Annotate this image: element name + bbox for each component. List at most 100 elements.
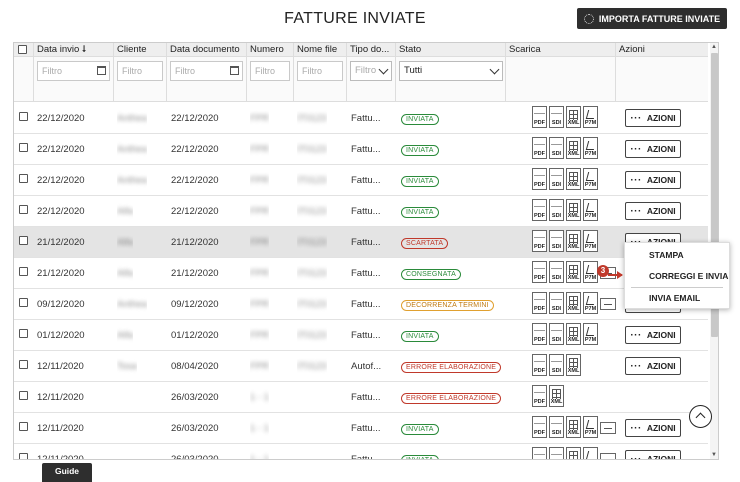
- table-row[interactable]: 22/12/2020 Anthea 22/12/2020 FPR IT0123 Fattu…: [14, 103, 708, 134]
- table-row[interactable]: 12/11/2020 26/03/2020 1 - 1 Fattu... ERRORE …: [14, 382, 708, 413]
- azioni-button[interactable]: ··· AZIONI: [625, 419, 681, 437]
- col-stato[interactable]: Stato: [396, 43, 506, 57]
- scroll-up-icon[interactable]: ▲: [711, 44, 717, 50]
- menu-item-stampa[interactable]: STAMPA: [625, 245, 731, 266]
- row-checkbox[interactable]: [19, 236, 28, 245]
- pdf-download-icon[interactable]: PDF: [532, 168, 547, 190]
- pdf-download-icon[interactable]: PDF: [532, 230, 547, 252]
- col-nome-file[interactable]: Nome file: [294, 43, 347, 57]
- azioni-button[interactable]: ··· AZIONI: [625, 450, 681, 459]
- p7m-download-icon[interactable]: P7M: [583, 230, 598, 252]
- xml-download-icon[interactable]: XML: [566, 447, 581, 459]
- row-checkbox[interactable]: [19, 422, 28, 431]
- row-checkbox[interactable]: [19, 391, 28, 400]
- row-checkbox[interactable]: [19, 453, 28, 459]
- p7m-download-icon[interactable]: P7M: [583, 168, 598, 190]
- p7m-download-icon[interactable]: P7M: [583, 323, 598, 345]
- select-all-checkbox[interactable]: [18, 45, 27, 54]
- xml-download-icon[interactable]: XML: [566, 323, 581, 345]
- pdf-download-icon[interactable]: PDF: [532, 199, 547, 221]
- row-checkbox[interactable]: [19, 329, 28, 338]
- import-button[interactable]: IMPORTA FATTURE INVIATE: [577, 8, 727, 29]
- pdf-download-icon[interactable]: PDF: [532, 447, 547, 459]
- xml-download-icon[interactable]: XML: [566, 106, 581, 128]
- p7m-download-icon[interactable]: P7M: [583, 447, 598, 459]
- sdi-download-icon[interactable]: SDI: [549, 137, 564, 159]
- col-tipo-documento[interactable]: Tipo do...: [347, 43, 396, 57]
- filter-data-documento-input[interactable]: Filtro: [170, 61, 243, 81]
- filter-stato-select[interactable]: Tutti: [399, 61, 503, 81]
- xml-download-icon[interactable]: XML: [566, 168, 581, 190]
- table-row[interactable]: 12/11/2020 26/03/2020 1 - 1 Fattu... INVIATA…: [14, 444, 708, 459]
- table-row[interactable]: 22/12/2020 Anthea 22/12/2020 FPR IT0123 Fattu…: [14, 134, 708, 165]
- scroll-down-icon[interactable]: ▼: [711, 452, 717, 458]
- table-row[interactable]: 09/12/2020 Anthea 09/12/2020 FPR IT0123 Fattu…: [14, 289, 708, 320]
- azioni-button[interactable]: ··· AZIONI: [625, 326, 681, 344]
- sdi-download-icon[interactable]: SDI: [549, 323, 564, 345]
- row-checkbox[interactable]: [19, 298, 28, 307]
- calendar-icon[interactable]: [230, 66, 239, 75]
- sdi-download-icon[interactable]: SDI: [549, 416, 564, 438]
- guide-button[interactable]: Guide: [42, 463, 92, 482]
- sdi-download-icon[interactable]: SDI: [549, 230, 564, 252]
- pdf-download-icon[interactable]: PDF: [532, 354, 547, 376]
- filter-cliente-input[interactable]: Filtro: [117, 61, 163, 81]
- p7m-download-icon[interactable]: P7M: [583, 106, 598, 128]
- xml-download-icon[interactable]: XML: [549, 385, 564, 407]
- table-row[interactable]: 21/12/2020 Alfa 21/12/2020 FPR IT0123 Fattu..…: [14, 227, 708, 258]
- sdi-download-icon[interactable]: SDI: [549, 168, 564, 190]
- azioni-button[interactable]: ··· AZIONI: [625, 140, 681, 158]
- pdf-download-icon[interactable]: PDF: [532, 137, 547, 159]
- filter-nome-file-input[interactable]: Filtro: [297, 61, 343, 81]
- col-data-invio[interactable]: Data invio ⭣: [34, 43, 114, 57]
- xml-download-icon[interactable]: XML: [566, 292, 581, 314]
- calendar-icon[interactable]: [97, 66, 106, 75]
- pdf-download-icon[interactable]: PDF: [532, 106, 547, 128]
- table-row[interactable]: 22/12/2020 Anthea 22/12/2020 FPR IT0123 Fattu…: [14, 165, 708, 196]
- col-numero[interactable]: Numero: [247, 43, 294, 57]
- message-download-icon[interactable]: [600, 453, 616, 459]
- sdi-download-icon[interactable]: SDI: [549, 292, 564, 314]
- xml-download-icon[interactable]: XML: [566, 416, 581, 438]
- xml-download-icon[interactable]: XML: [566, 230, 581, 252]
- p7m-download-icon[interactable]: P7M: [583, 137, 598, 159]
- message-download-icon[interactable]: [600, 422, 616, 434]
- table-row[interactable]: 12/11/2020 Tosa 08/04/2020 FPR IT0123 Autof..…: [14, 351, 708, 382]
- p7m-download-icon[interactable]: P7M: [583, 261, 598, 283]
- azioni-button[interactable]: ··· AZIONI: [625, 171, 681, 189]
- filter-numero-input[interactable]: Filtro: [250, 61, 290, 81]
- col-cliente[interactable]: Cliente: [114, 43, 167, 57]
- xml-download-icon[interactable]: XML: [566, 261, 581, 283]
- pdf-download-icon[interactable]: PDF: [532, 261, 547, 283]
- pdf-download-icon[interactable]: PDF: [532, 416, 547, 438]
- xml-download-icon[interactable]: XML: [566, 354, 581, 376]
- azioni-button[interactable]: ··· AZIONI: [625, 202, 681, 220]
- col-data-documento[interactable]: Data documento: [167, 43, 247, 57]
- sdi-download-icon[interactable]: SDI: [549, 447, 564, 459]
- sdi-download-icon[interactable]: SDI: [549, 261, 564, 283]
- pdf-download-icon[interactable]: PDF: [532, 385, 547, 407]
- row-checkbox[interactable]: [19, 174, 28, 183]
- xml-download-icon[interactable]: XML: [566, 199, 581, 221]
- p7m-download-icon[interactable]: P7M: [583, 416, 598, 438]
- table-row[interactable]: 22/12/2020 Alfa 22/12/2020 FPR IT0123 Fattu..…: [14, 196, 708, 227]
- scroll-to-top-button[interactable]: [689, 405, 712, 428]
- row-checkbox[interactable]: [19, 205, 28, 214]
- pdf-download-icon[interactable]: PDF: [532, 323, 547, 345]
- azioni-button[interactable]: ··· AZIONI: [625, 357, 681, 375]
- table-row[interactable]: 01/12/2020 Alfa 01/12/2020 FPR IT0123 Fattu..…: [14, 320, 708, 351]
- menu-item-correggi-e-invia[interactable]: CORREGGI E INVIA: [625, 266, 731, 287]
- row-checkbox[interactable]: [19, 143, 28, 152]
- sdi-download-icon[interactable]: SDI: [549, 106, 564, 128]
- filter-tipo-select[interactable]: Filtro: [350, 61, 392, 81]
- p7m-download-icon[interactable]: P7M: [583, 199, 598, 221]
- filter-data-invio-input[interactable]: Filtro: [37, 61, 110, 81]
- menu-item-invia-email[interactable]: INVIA EMAIL: [625, 288, 731, 309]
- sdi-download-icon[interactable]: SDI: [549, 199, 564, 221]
- row-checkbox[interactable]: [19, 112, 28, 121]
- azioni-button[interactable]: ··· AZIONI: [625, 109, 681, 127]
- p7m-download-icon[interactable]: P7M: [583, 292, 598, 314]
- row-checkbox[interactable]: [19, 267, 28, 276]
- message-download-icon[interactable]: [600, 298, 616, 310]
- row-checkbox[interactable]: [19, 360, 28, 369]
